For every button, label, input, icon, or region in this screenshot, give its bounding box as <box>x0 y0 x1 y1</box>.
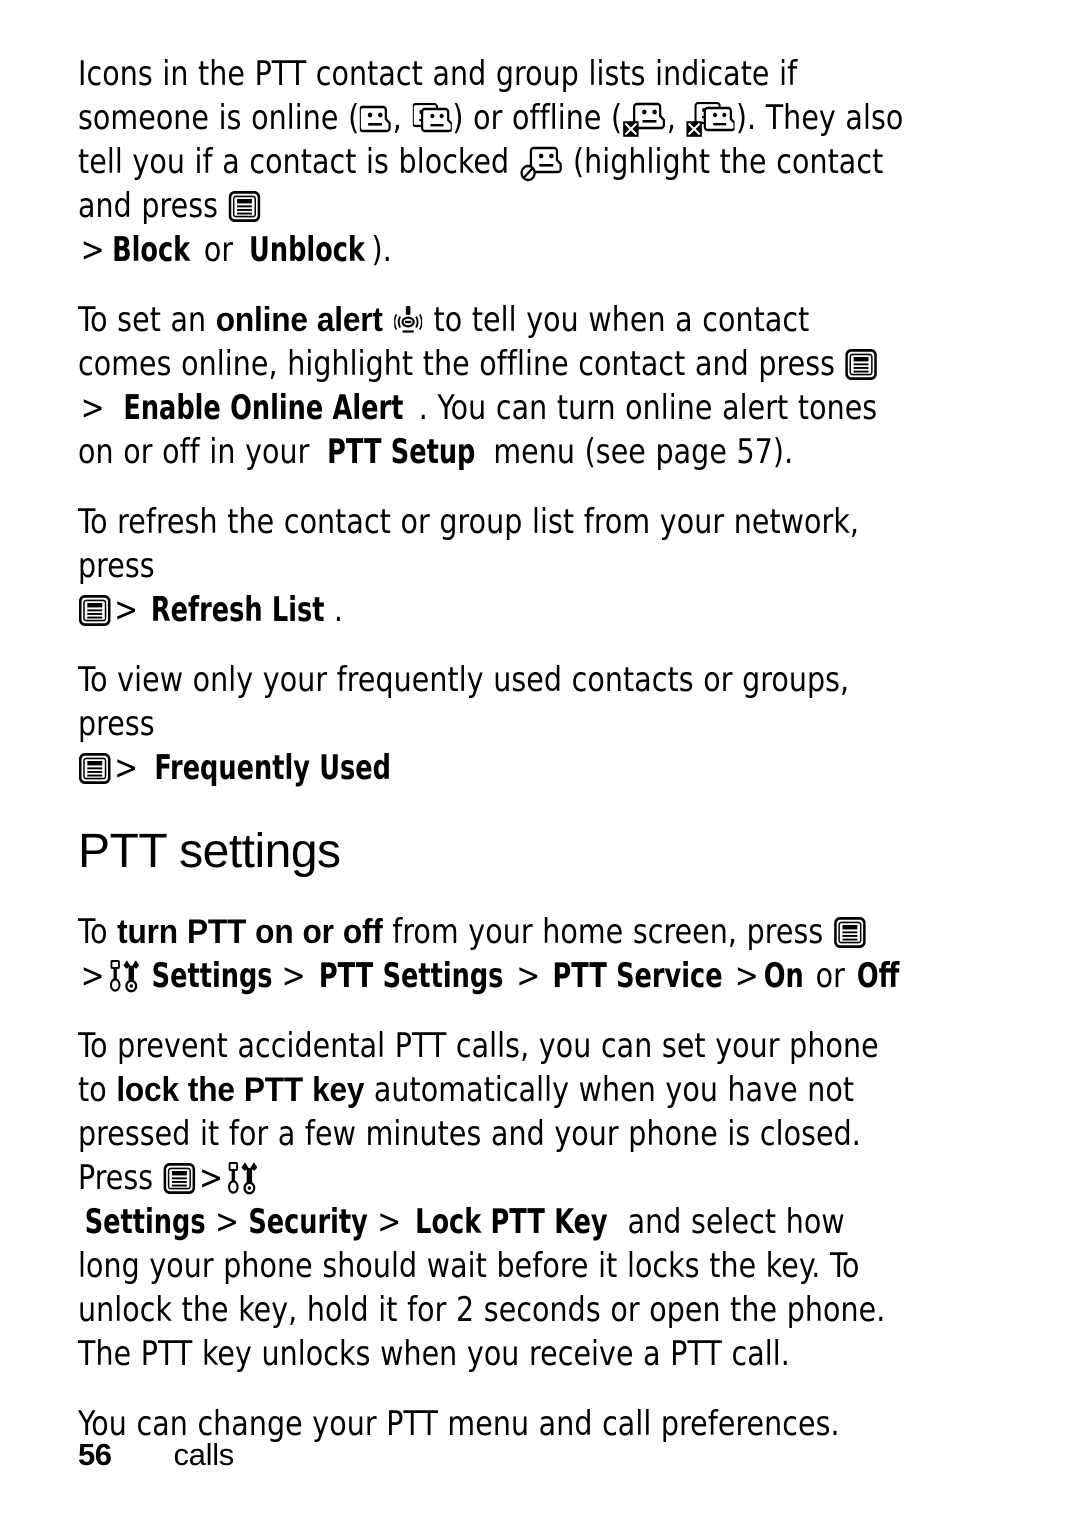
page-title: PTT settings <box>78 825 341 878</box>
menu-item-ptt-setup: PTT Setup <box>327 432 476 472</box>
manual-page: Icons in the PTT contact and group lists… <box>0 0 1080 1521</box>
contact-online-face-icon <box>360 103 392 133</box>
settings-tools-icon <box>227 1161 260 1195</box>
menu-option-on: On <box>763 956 804 996</box>
text-run: To refresh the contact or group list fro… <box>78 502 860 586</box>
term-lock-the-ptt-key: lock the PTT key <box>116 1071 365 1109</box>
page-footer: 56 calls <box>78 1437 998 1473</box>
text-run: menu (see page 57). <box>483 432 794 472</box>
text-run: ) or offline ( <box>452 98 623 138</box>
group-online-faces-icon <box>412 103 452 133</box>
text-run: To view only your frequently used contac… <box>78 660 850 744</box>
term-turn-ptt-on-or-off: turn PTT on or off <box>117 913 383 951</box>
menu-separator: > <box>516 956 541 996</box>
menu-item-settings: Settings <box>151 956 273 996</box>
text-run: To set an <box>78 300 216 340</box>
menu-key-icon <box>78 753 111 784</box>
paragraph-turn-ptt-on-off: To turn PTT on or off from your home scr… <box>78 910 906 998</box>
menu-key-icon <box>228 191 261 222</box>
page-number: 56 <box>78 1437 112 1472</box>
menu-item-block: Block <box>111 230 190 270</box>
paragraph-lock-ptt-key: To prevent accidental PTT calls, you can… <box>78 1024 906 1376</box>
menu-item-refresh-list: Refresh List <box>150 590 325 630</box>
text-run: ). <box>371 230 392 270</box>
text-run: or <box>194 230 243 270</box>
menu-separator: > <box>281 956 306 996</box>
menu-item-enable-online-alert: Enable Online Alert <box>123 388 404 428</box>
text-run: To <box>78 912 118 952</box>
menu-separator: > <box>114 748 139 788</box>
menu-item-frequently-used: Frequently Used <box>154 748 391 788</box>
paragraph-refresh-list: To refresh the contact or group list fro… <box>78 500 906 632</box>
settings-tools-icon <box>108 959 141 993</box>
menu-separator: > <box>80 230 105 270</box>
text-run: or <box>806 956 855 996</box>
group-offline-faces-x-icon <box>686 102 735 138</box>
paragraph-online-alert: To set an online alert to tell you when … <box>78 298 906 474</box>
menu-separator: > <box>80 956 105 996</box>
menu-item-ptt-service: PTT Service <box>552 956 723 996</box>
menu-option-off: Off <box>856 956 900 996</box>
menu-separator: > <box>199 1158 224 1198</box>
menu-item-lock-ptt-key: Lock PTT Key <box>414 1202 608 1242</box>
menu-item-ptt-settings: PTT Settings <box>318 956 504 996</box>
online-alert-icon <box>394 305 423 335</box>
contact-offline-face-x-icon <box>623 102 666 138</box>
menu-separator: > <box>114 590 139 630</box>
menu-separator: > <box>80 388 105 428</box>
menu-item-settings: Settings <box>84 1202 206 1242</box>
menu-separator: > <box>734 956 759 996</box>
menu-key-icon <box>833 917 866 948</box>
menu-key-icon <box>78 595 111 626</box>
contact-blocked-face-icon <box>520 146 563 182</box>
text-run <box>383 300 393 340</box>
text-run: . <box>333 590 343 630</box>
text-run: , <box>666 98 686 138</box>
text-run: from your home screen, press <box>382 912 833 952</box>
running-head: calls <box>173 1437 234 1472</box>
term-online-alert: online alert <box>215 301 383 339</box>
menu-separator: > <box>377 1202 402 1242</box>
menu-item-security: Security <box>248 1202 368 1242</box>
menu-item-unblock: Unblock <box>249 230 366 270</box>
text-run: , <box>392 98 412 138</box>
menu-key-icon <box>845 349 878 380</box>
paragraph-icons-status: Icons in the PTT contact and group lists… <box>78 52 906 272</box>
menu-key-icon <box>163 1163 196 1194</box>
paragraph-frequently-used: To view only your frequently used contac… <box>78 658 906 790</box>
menu-separator: > <box>215 1202 240 1242</box>
